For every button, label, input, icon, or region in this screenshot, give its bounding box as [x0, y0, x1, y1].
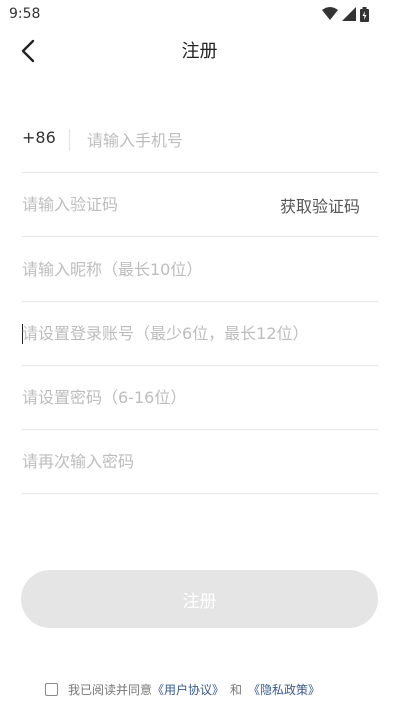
confirm-password-input[interactable] — [22, 429, 378, 493]
verification-code-input[interactable] — [22, 172, 262, 236]
agreement-and-text: 和 — [230, 682, 243, 697]
wifi-icon — [322, 7, 338, 20]
agreement-text: 我已阅读并同意 — [68, 682, 153, 697]
page-title: 注册 — [181, 41, 218, 62]
status-time: 9:58 — [9, 6, 41, 22]
code-row: 获取验证码 — [22, 172, 378, 237]
header: 注册 — [0, 28, 399, 72]
agreement-checkbox[interactable] — [45, 682, 58, 696]
confirm-password-row — [22, 429, 378, 494]
signal-icon — [342, 7, 356, 21]
status-bar: 9:58 — [0, 0, 399, 28]
phone-input[interactable] — [87, 108, 377, 172]
password-input[interactable] — [22, 365, 378, 429]
account-input[interactable] — [22, 301, 378, 365]
phone-row: +86 — [22, 108, 378, 173]
get-code-button[interactable]: 获取验证码 — [280, 193, 360, 217]
battery-icon — [360, 6, 369, 22]
register-button[interactable]: 注册 — [21, 570, 378, 628]
privacy-policy-link[interactable]: 《隐私政策》 — [248, 681, 320, 698]
password-row — [22, 365, 378, 430]
phone-separator — [69, 129, 70, 151]
phone-prefix[interactable]: +86 — [22, 128, 56, 147]
account-row — [22, 301, 378, 366]
agreement-row: 我已阅读并同意 《用户协议》 和 《隐私政策》 — [45, 680, 320, 698]
nickname-row — [22, 237, 378, 302]
user-agreement-link[interactable]: 《用户协议》 — [152, 681, 224, 698]
nickname-input[interactable] — [22, 237, 378, 301]
status-icons — [322, 6, 369, 22]
